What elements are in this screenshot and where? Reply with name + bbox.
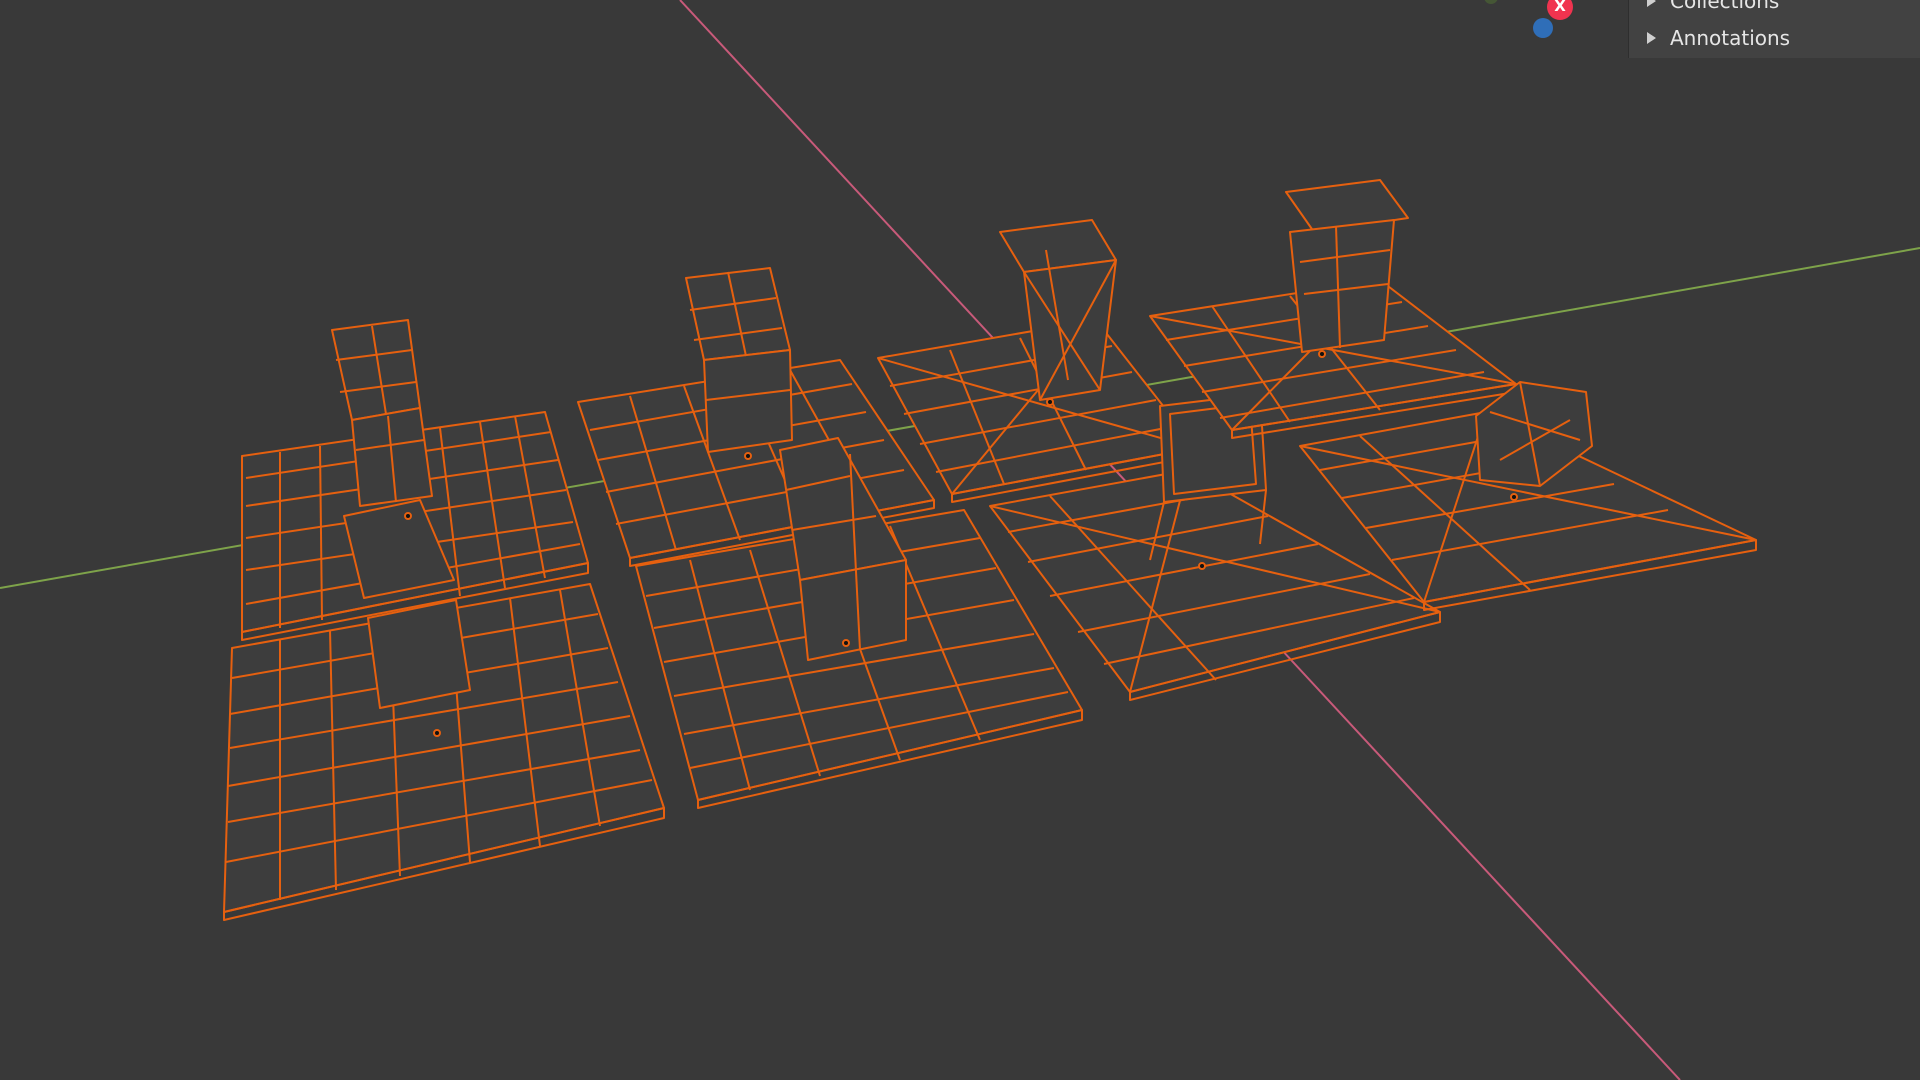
outliner-panel: Collections Annotations [1628, 0, 1920, 58]
tile-pillar-5[interactable] [877, 219, 1197, 503]
scene-canvas[interactable] [0, 0, 1920, 1080]
3d-viewport[interactable]: X Collections Annotations [0, 0, 1920, 1080]
outliner-item-annotations[interactable]: Annotations [1629, 23, 1920, 53]
outliner-item-label: Annotations [1670, 26, 1791, 50]
triangle-right-icon[interactable] [1647, 32, 1656, 44]
tile-pillar-7[interactable] [1149, 179, 1517, 439]
tile-floor-2[interactable] [223, 583, 665, 921]
gizmo-z-axis-ball[interactable] [1533, 18, 1553, 38]
triangle-right-icon[interactable] [1647, 0, 1656, 7]
outliner-item-label: Collections [1670, 0, 1780, 13]
tile-floor-wall-1[interactable] [241, 319, 589, 641]
outliner-item-collections[interactable]: Collections [1629, 0, 1920, 16]
